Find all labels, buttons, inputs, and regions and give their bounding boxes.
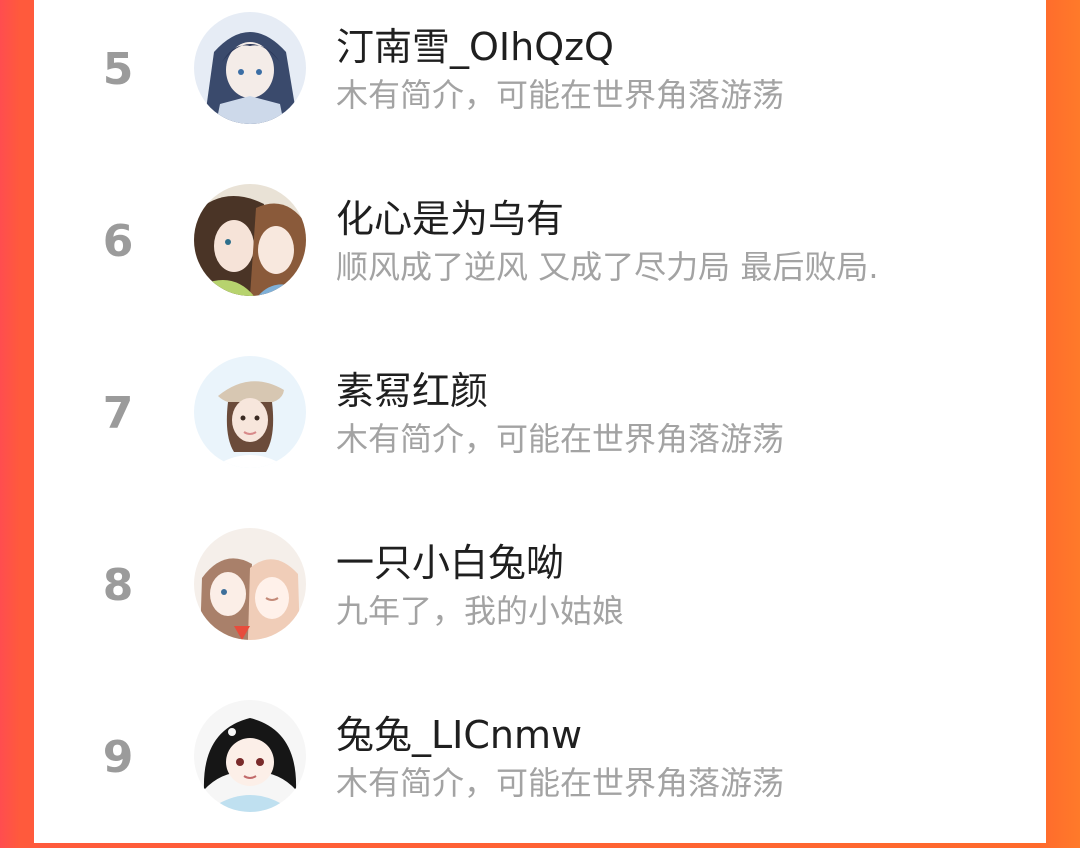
anime-girl-dark-hair-avatar-icon bbox=[194, 12, 306, 124]
list-item[interactable]: 5 汀南雪_OIhQzQ 木有简介，可能在世界角落游荡 bbox=[34, 0, 1046, 160]
rank-number: 6 bbox=[102, 216, 134, 267]
user-name[interactable]: 化心是为乌有 bbox=[336, 188, 564, 243]
girl-beret-photo-avatar-icon bbox=[194, 356, 306, 468]
user-name[interactable]: 汀南雪_OIhQzQ bbox=[336, 16, 614, 71]
rank-number: 7 bbox=[102, 388, 134, 439]
rank-number: 9 bbox=[102, 732, 134, 783]
list-item[interactable]: 9 兔兔_LICnmw 木有简介，可能在世界角落游荡 bbox=[34, 688, 1046, 848]
anime-two-girls-avatar-icon bbox=[194, 528, 306, 640]
rank-number: 5 bbox=[102, 44, 134, 95]
user-bio: 九年了，我的小姑娘 bbox=[336, 592, 625, 630]
user-bio: 木有简介，可能在世界角落游荡 bbox=[336, 76, 785, 114]
anime-couple-avatar-icon bbox=[194, 184, 306, 296]
user-avatar[interactable] bbox=[194, 184, 306, 296]
list-item[interactable]: 7 素冩红颜 木有简介，可能在世界角落游荡 bbox=[34, 344, 1046, 504]
anime-black-hair-girl-avatar-icon bbox=[194, 700, 306, 812]
ranking-panel: 5 汀南雪_OIhQzQ 木有简介，可能在世界角落游荡 6 化心是为乌有 顺风成… bbox=[34, 0, 1046, 843]
rank-number: 8 bbox=[102, 560, 134, 611]
user-avatar[interactable] bbox=[194, 356, 306, 468]
user-bio: 木有简介，可能在世界角落游荡 bbox=[336, 420, 785, 458]
user-name[interactable]: 素冩红颜 bbox=[336, 360, 488, 415]
user-avatar[interactable] bbox=[194, 528, 306, 640]
list-item[interactable]: 6 化心是为乌有 顺风成了逆风 又成了尽力局 最后败局. bbox=[34, 172, 1046, 332]
user-name[interactable]: 一只小白兔呦 bbox=[336, 532, 564, 587]
user-bio: 木有简介，可能在世界角落游荡 bbox=[336, 764, 785, 802]
user-avatar[interactable] bbox=[194, 12, 306, 124]
user-avatar[interactable] bbox=[194, 700, 306, 812]
list-item[interactable]: 8 一只小白兔呦 九年了，我的小姑娘 bbox=[34, 516, 1046, 676]
user-name[interactable]: 兔兔_LICnmw bbox=[336, 704, 582, 759]
user-ranking-list: 5 汀南雪_OIhQzQ 木有简介，可能在世界角落游荡 6 化心是为乌有 顺风成… bbox=[34, 0, 1046, 843]
user-bio: 顺风成了逆风 又成了尽力局 最后败局. bbox=[336, 248, 879, 286]
